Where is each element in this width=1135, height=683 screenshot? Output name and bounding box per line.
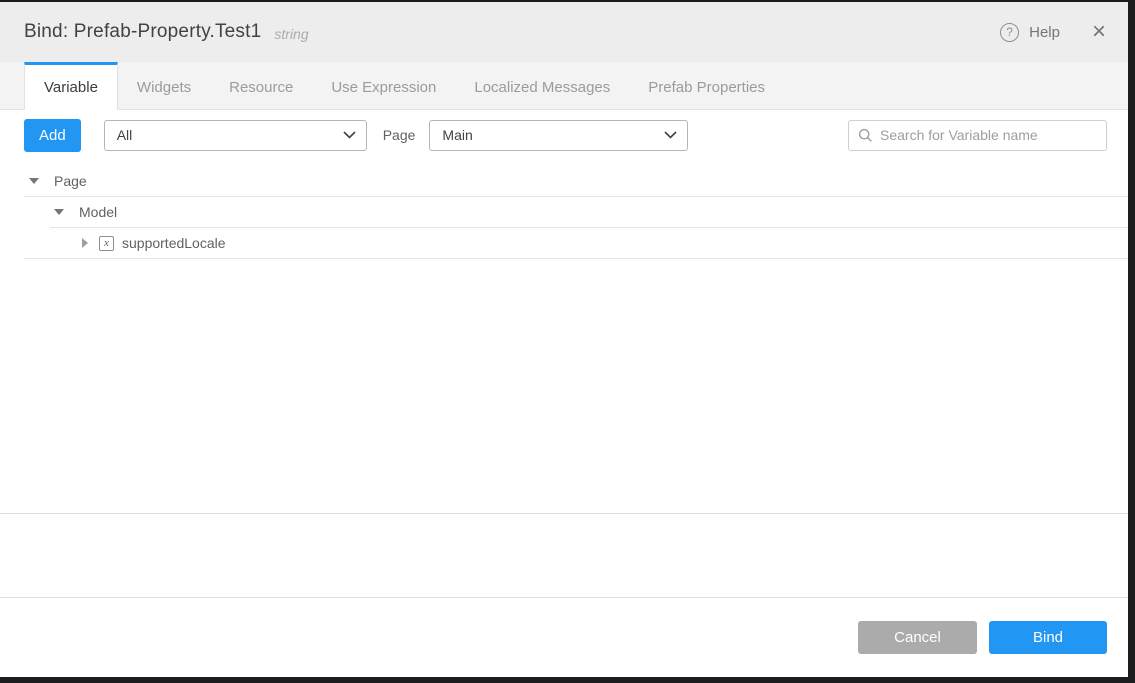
variable-type-icon: x	[99, 236, 114, 251]
tab-use-expression[interactable]: Use Expression	[312, 62, 455, 109]
tab-widgets[interactable]: Widgets	[118, 62, 210, 109]
page-select-value: Main	[442, 127, 472, 143]
tab-resource[interactable]: Resource	[210, 62, 312, 109]
tree-node-label: Page	[54, 173, 87, 189]
dialog-title: Bind: Prefab-Property.Test1	[24, 21, 261, 43]
chevron-down-icon	[664, 131, 677, 139]
variable-tree: Page Model x supportedLocale	[0, 160, 1128, 514]
tab-bar: Variable Widgets Resource Use Expression…	[0, 62, 1128, 110]
variable-toolbar: Add All Page Main	[0, 110, 1128, 160]
add-variable-button[interactable]: Add	[24, 119, 81, 152]
cancel-button[interactable]: Cancel	[858, 621, 977, 654]
tab-prefab-properties[interactable]: Prefab Properties	[629, 62, 784, 109]
header-actions: ? Help ×	[1000, 20, 1106, 44]
triangle-down-icon[interactable]	[54, 209, 64, 215]
page-select-label: Page	[383, 127, 416, 143]
chevron-down-icon	[343, 131, 356, 139]
variable-filter-value: All	[117, 127, 133, 143]
dialog-header: Bind: Prefab-Property.Test1 string ? Hel…	[0, 2, 1128, 62]
help-link[interactable]: Help	[1029, 24, 1060, 41]
detail-panel-empty	[0, 514, 1128, 598]
tab-variable[interactable]: Variable	[24, 62, 118, 110]
search-input[interactable]	[880, 127, 1098, 143]
help-icon[interactable]: ?	[1000, 23, 1019, 42]
tree-node-label: supportedLocale	[122, 235, 226, 251]
search-icon	[858, 128, 873, 143]
dialog-footer: Cancel Bind	[0, 598, 1128, 677]
close-icon[interactable]: ×	[1092, 20, 1106, 44]
bind-dialog: Bind: Prefab-Property.Test1 string ? Hel…	[0, 2, 1128, 677]
tree-row-divider	[24, 258, 1128, 259]
tree-node-supportedlocale[interactable]: x supportedLocale	[0, 228, 1128, 258]
page-select[interactable]: Main	[429, 120, 688, 151]
tree-node-model[interactable]: Model	[0, 197, 1128, 227]
bind-button[interactable]: Bind	[989, 621, 1107, 654]
variable-filter-select[interactable]: All	[104, 120, 367, 151]
triangle-down-icon[interactable]	[29, 178, 39, 184]
tree-node-page[interactable]: Page	[0, 166, 1128, 196]
triangle-right-icon[interactable]	[80, 238, 90, 248]
variable-search	[848, 120, 1107, 151]
tree-node-label: Model	[79, 204, 117, 220]
property-type-hint: string	[274, 22, 308, 42]
tab-localized-messages[interactable]: Localized Messages	[455, 62, 629, 109]
